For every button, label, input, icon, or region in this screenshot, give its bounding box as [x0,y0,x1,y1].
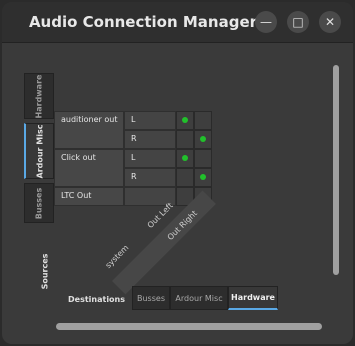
destination-tab-ardour-misc-label: Ardour Misc [175,293,223,303]
destination-tab-busses[interactable]: Busses [132,286,170,310]
connection-cell[interactable] [176,130,194,149]
destination-tab-hardware-label: Hardware [231,293,275,302]
channel-label: R [124,130,176,149]
window-title: Audio Connection Manager [28,13,258,31]
connection-cell[interactable] [176,149,194,168]
connection-cell[interactable] [194,168,212,187]
connection-dot [200,136,206,142]
port-ltc-out: LTC Out [54,187,124,206]
channel-click-l: L [131,153,136,162]
connection-cell[interactable] [194,111,212,130]
source-tab-busses-label: Busses [34,187,44,219]
horizontal-scrollbar[interactable] [56,323,322,330]
destination-tab-ardour-misc[interactable]: Ardour Misc [170,286,228,310]
connection-cell[interactable] [194,130,212,149]
matrix-area: Hardware Ardour Misc Busses Sources audi… [2,43,353,344]
port-auditioner-out: auditioner out [54,111,124,149]
channel-label: L [124,149,176,168]
port-auditioner-out-label: auditioner out [61,115,118,124]
minimize-icon: — [260,15,272,29]
maximize-button[interactable]: □ [287,11,309,33]
channel-label: L [124,111,176,130]
maximize-icon: □ [292,15,304,29]
port-click-out: Click out [54,149,124,187]
connection-cell[interactable] [176,168,194,187]
close-icon: ✕ [324,15,336,29]
channel-label: R [124,168,176,187]
destinations-label: Destinations [68,295,126,304]
source-tab-hardware-label: Hardware [34,74,44,118]
connection-cell[interactable] [176,111,194,130]
connection-dot [200,174,206,180]
channel-auditioner-r: R [131,134,137,143]
port-click-out-label: Click out [61,153,96,162]
sources-label: Sources [30,241,60,301]
titlebar: Audio Connection Manager — □ ✕ [2,2,353,43]
destination-tab-busses-label: Busses [137,293,165,303]
connection-dot [182,117,188,123]
minimize-button[interactable]: — [255,11,277,33]
source-tab-busses[interactable]: Busses [24,183,54,223]
connection-dot [182,155,188,161]
channel-auditioner-l: L [131,115,136,124]
vertical-scrollbar[interactable] [333,65,339,275]
source-tab-ardour-misc-label: Ardour Misc [35,124,44,178]
destination-tab-hardware[interactable]: Hardware [228,286,278,310]
connection-cell[interactable] [194,149,212,168]
audio-connection-manager-window: Audio Connection Manager — □ ✕ Hardware … [2,2,353,344]
close-button[interactable]: ✕ [319,11,341,33]
source-tab-ardour-misc[interactable]: Ardour Misc [24,123,54,179]
source-tab-hardware[interactable]: Hardware [24,73,54,119]
port-ltc-out-label: LTC Out [61,191,92,200]
channel-click-r: R [131,172,137,181]
sources-label-text: Sources [40,253,50,289]
